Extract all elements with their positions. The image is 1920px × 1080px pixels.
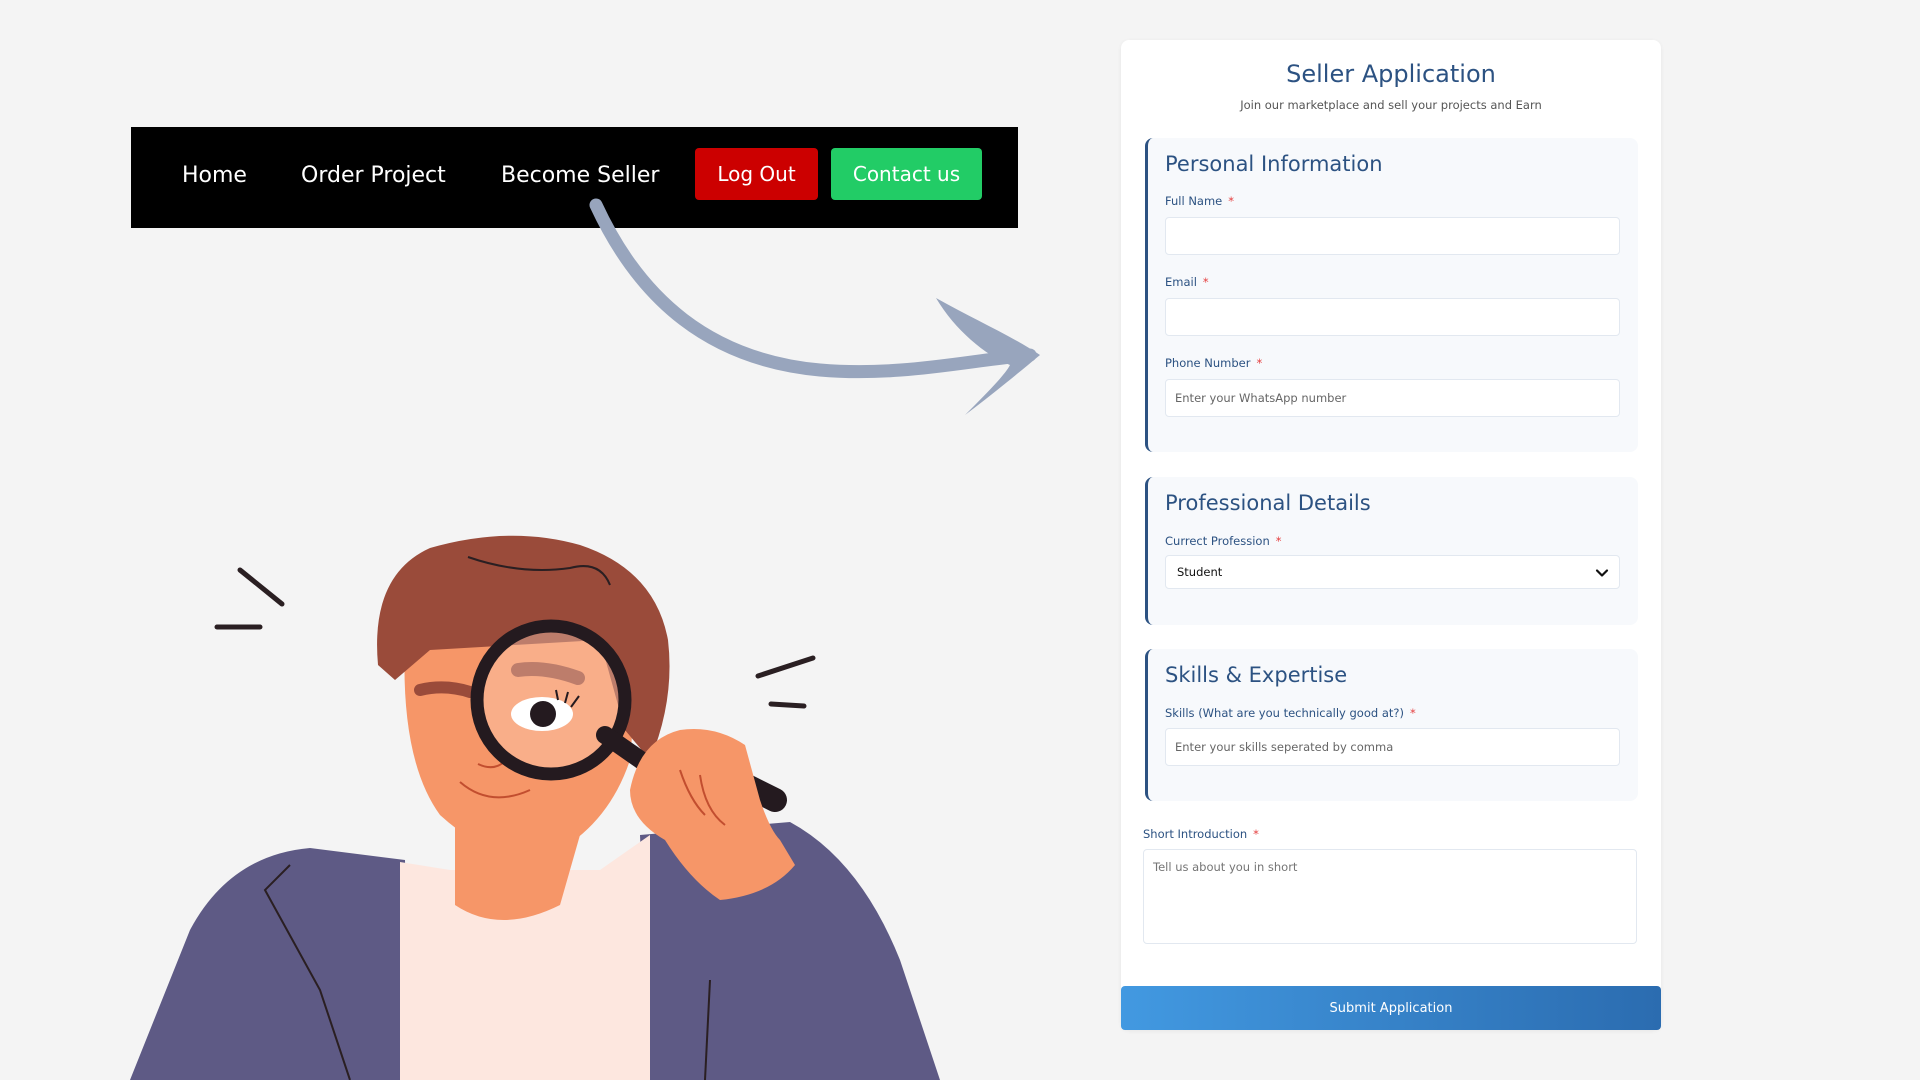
skills-input[interactable] bbox=[1165, 728, 1620, 766]
eye-pupil bbox=[530, 701, 556, 727]
section-title: Personal Information bbox=[1165, 152, 1383, 176]
emphasis-stroke bbox=[237, 567, 285, 607]
full-name-input[interactable] bbox=[1165, 217, 1620, 255]
required-mark: * bbox=[1409, 706, 1416, 720]
eyebrow-left bbox=[414, 681, 476, 698]
section-title: Professional Details bbox=[1165, 491, 1371, 515]
submit-application-button[interactable]: Submit Application bbox=[1121, 986, 1661, 1030]
skills-label: Skills (What are you technically good at… bbox=[1165, 706, 1416, 720]
jacket-left bbox=[130, 848, 410, 1080]
form-title: Seller Application bbox=[1286, 60, 1496, 88]
email-label: Email * bbox=[1165, 275, 1209, 289]
phone-number-input[interactable] bbox=[1165, 379, 1620, 417]
section-title: Skills & Expertise bbox=[1165, 663, 1348, 687]
full-name-label: Full Name * bbox=[1165, 194, 1234, 208]
required-mark: * bbox=[1253, 827, 1259, 841]
chevron-down-icon bbox=[1595, 569, 1609, 577]
short-introduction-textarea[interactable] bbox=[1143, 849, 1637, 944]
phone-number-label: Phone Number * bbox=[1165, 356, 1263, 370]
short-introduction-label: Short Introduction * bbox=[1143, 827, 1259, 841]
required-mark: * bbox=[1275, 534, 1282, 548]
professional-details-section: Professional Details Currect Profession *… bbox=[1145, 477, 1638, 625]
required-mark: * bbox=[1228, 194, 1234, 208]
profession-selected-value: Student bbox=[1177, 565, 1223, 579]
emphasis-stroke bbox=[768, 701, 807, 709]
personal-information-section: Personal Information Full Name * Email * P… bbox=[1145, 138, 1638, 452]
skills-expertise-section: Skills & Expertise Skills (What are you … bbox=[1145, 649, 1638, 801]
profession-label: Currect Profession * bbox=[1165, 534, 1282, 548]
required-mark: * bbox=[1202, 275, 1209, 289]
seller-application-card: Seller Application Join our marketplace … bbox=[1121, 40, 1661, 1030]
required-mark: * bbox=[1256, 356, 1263, 370]
form-subtitle: Join our marketplace and sell your proje… bbox=[1240, 98, 1542, 112]
profession-select[interactable]: Student bbox=[1165, 555, 1620, 589]
emphasis-stroke bbox=[755, 655, 816, 679]
email-input[interactable] bbox=[1165, 298, 1620, 336]
detective-illustration bbox=[130, 535, 940, 1080]
